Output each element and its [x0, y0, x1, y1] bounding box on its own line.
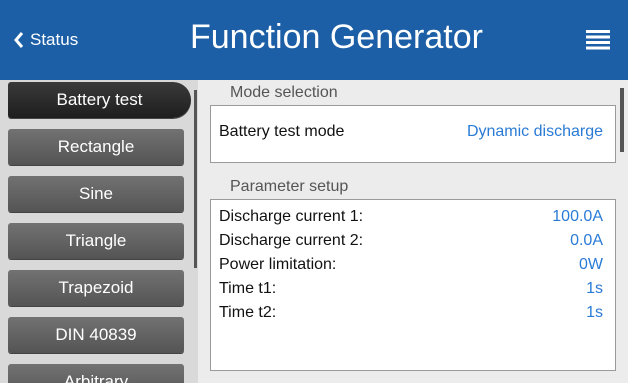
- sidebar-scrollbar[interactable]: [194, 90, 197, 268]
- back-button-label: Status: [30, 30, 79, 49]
- sidebar-item-triangle[interactable]: Triangle: [8, 223, 184, 259]
- sidebar-item-battery-test[interactable]: Battery test: [8, 82, 191, 118]
- parameter-row[interactable]: Time t1: 1s: [219, 280, 603, 298]
- mode-selection-box[interactable]: Battery test mode Dynamic discharge: [210, 105, 616, 163]
- parameter-label: Power limitation:: [219, 256, 337, 273]
- parameter-label: Time t2:: [219, 304, 277, 321]
- sidebar-item-label: DIN 40839: [55, 325, 137, 344]
- sidebar-item-trapezoid[interactable]: Trapezoid: [8, 270, 184, 306]
- parameter-setup-heading: Parameter setup: [230, 178, 349, 195]
- parameter-label: Discharge current 1:: [219, 208, 364, 225]
- sidebar-item-label: Triangle: [65, 231, 127, 250]
- parameter-value[interactable]: 0W: [579, 256, 603, 274]
- parameter-row[interactable]: Discharge current 2: 0.0A: [219, 232, 603, 250]
- parameter-value[interactable]: 0.0A: [570, 232, 603, 250]
- function-sidebar: Battery test Rectangle Sine Triangle Tra…: [0, 80, 198, 383]
- parameter-row[interactable]: Time t2: 1s: [219, 304, 603, 322]
- sidebar-item-label: Rectangle: [57, 137, 135, 156]
- parameter-label: Time t1:: [219, 280, 277, 297]
- main-panel: Mode selection Battery test mode Dynamic…: [208, 80, 628, 383]
- parameter-row[interactable]: Power limitation: 0W: [219, 256, 603, 274]
- mode-selection-heading: Mode selection: [230, 84, 338, 101]
- page-title: Function Generator: [190, 18, 483, 56]
- sidebar-item-din-40839[interactable]: DIN 40839: [8, 317, 184, 353]
- battery-test-mode-row[interactable]: Battery test mode Dynamic discharge: [219, 123, 603, 141]
- battery-test-mode-label: Battery test mode: [219, 123, 345, 140]
- hamburger-menu-icon[interactable]: [586, 30, 610, 50]
- chevron-left-icon: [14, 32, 24, 48]
- sidebar-item-rectangle[interactable]: Rectangle: [8, 129, 184, 165]
- parameter-value[interactable]: 100.0A: [552, 208, 603, 226]
- parameter-value[interactable]: 1s: [586, 280, 603, 298]
- parameter-label: Discharge current 2:: [219, 232, 364, 249]
- sidebar-item-arbitrary[interactable]: Arbitrary: [8, 364, 184, 383]
- header-bar: Status Function Generator: [0, 0, 628, 80]
- sidebar-item-label: Trapezoid: [58, 278, 134, 297]
- sidebar-item-label: Battery test: [56, 90, 143, 109]
- parameter-value[interactable]: 1s: [586, 304, 603, 322]
- battery-test-mode-value[interactable]: Dynamic discharge: [467, 123, 603, 141]
- parameter-row[interactable]: Discharge current 1: 100.0A: [219, 208, 603, 226]
- sidebar-item-label: Arbitrary: [63, 372, 129, 383]
- sidebar-item-label: Sine: [78, 184, 114, 203]
- back-to-status-button[interactable]: Status: [14, 30, 78, 50]
- sidebar-item-sine[interactable]: Sine: [8, 176, 184, 212]
- panel-scrollbar[interactable]: [620, 88, 624, 152]
- parameter-setup-box: Discharge current 1: 100.0A Discharge cu…: [210, 199, 616, 371]
